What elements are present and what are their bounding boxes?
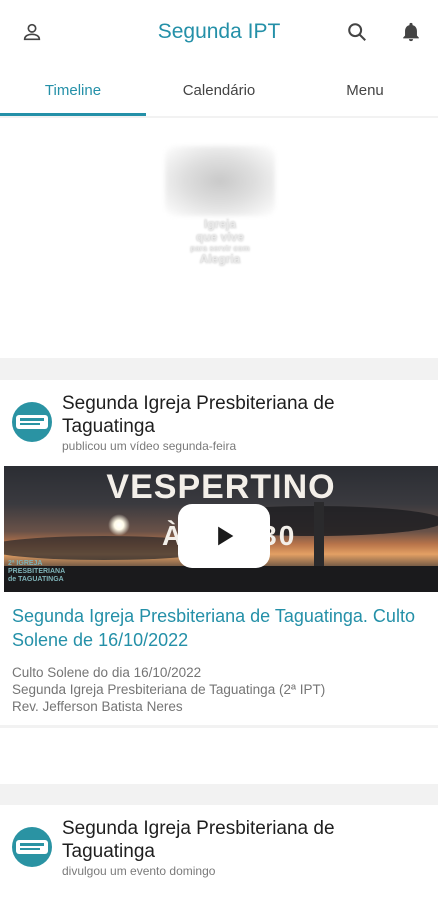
avatar[interactable] bbox=[12, 827, 52, 867]
church-banner: Igreja que vive para servir com Alegria bbox=[0, 118, 438, 358]
logo-text: que vive bbox=[195, 230, 245, 244]
description-line: Culto Solene do dia 16/10/2022 bbox=[12, 665, 202, 680]
post-action: divulgou um evento domingo bbox=[62, 864, 216, 878]
bell-icon[interactable] bbox=[397, 18, 425, 46]
video-thumbnail[interactable]: VESPERTINO ÀS 18:30 2ª IGREJA PRESBITERI… bbox=[4, 466, 438, 592]
search-icon[interactable] bbox=[343, 18, 371, 46]
video-corner-logo: 2ª IGREJA PRESBITERIANA de TAGUATINGA bbox=[8, 560, 65, 583]
timeline-post[interactable]: Segunda Igreja Presbiteriana de Taguatin… bbox=[0, 805, 438, 900]
logo-text: Alegria bbox=[199, 252, 241, 266]
church-logo-image: Igreja que vive para servir com Alegria bbox=[165, 146, 275, 266]
post-author[interactable]: Segunda Igreja Presbiteriana de Taguatin… bbox=[62, 392, 422, 438]
top-app-bar: Segunda IPT bbox=[0, 0, 438, 64]
tab-calendario[interactable]: Calendário bbox=[146, 64, 292, 116]
post-title-link[interactable]: Segunda Igreja Presbiteriana de Taguatin… bbox=[12, 604, 432, 652]
description-line: Rev. Jefferson Batista Neres bbox=[12, 699, 183, 714]
timeline-post[interactable]: Segunda Igreja Presbiteriana de Taguatin… bbox=[0, 380, 438, 725]
loading-card bbox=[0, 728, 438, 784]
tab-menu[interactable]: Menu bbox=[292, 64, 438, 116]
video-overlay-title: VESPERTINO bbox=[106, 468, 336, 506]
tab-timeline[interactable]: Timeline bbox=[0, 64, 146, 116]
post-description: Culto Solene do dia 16/10/2022 Segunda I… bbox=[12, 664, 432, 715]
post-author[interactable]: Segunda Igreja Presbiteriana de Taguatin… bbox=[62, 817, 422, 863]
tab-bar: Timeline Calendário Menu bbox=[0, 64, 438, 116]
description-line: Segunda Igreja Presbiteriana de Taguatin… bbox=[12, 682, 326, 697]
play-icon[interactable] bbox=[178, 504, 270, 568]
app-title: Segunda IPT bbox=[157, 20, 281, 43]
avatar[interactable] bbox=[12, 402, 52, 442]
post-action: publicou um vídeo segunda-feira bbox=[62, 439, 237, 453]
app-screen: Segunda IPT Timeline Calendário Menu Igr… bbox=[0, 0, 438, 900]
